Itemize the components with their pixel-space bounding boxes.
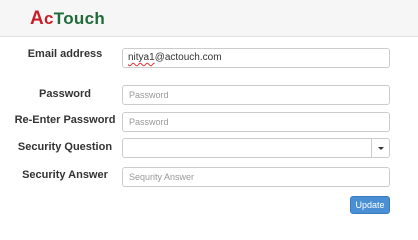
security-question-select[interactable] xyxy=(122,138,390,158)
reenter-password-label: Re-Enter Password xyxy=(14,114,116,126)
update-button[interactable]: Update xyxy=(350,196,390,214)
password-label: Password xyxy=(39,88,91,100)
security-answer-label: Security Answer xyxy=(22,169,108,181)
password-field[interactable] xyxy=(122,85,390,105)
security-question-label: Security Question xyxy=(17,141,113,153)
security-answer-field[interactable] xyxy=(122,167,390,187)
email-field[interactable] xyxy=(122,48,390,68)
email-label: Email address xyxy=(27,48,103,60)
reenter-password-field[interactable] xyxy=(122,112,390,132)
actouch-logo: Ac Touch xyxy=(30,9,105,29)
logo-letter-a: A xyxy=(30,8,45,29)
caret-down-icon xyxy=(377,146,384,150)
logo-letter-c: c xyxy=(44,9,54,28)
app-header: Ac Touch xyxy=(0,0,418,37)
logo-text: Touch xyxy=(53,9,106,28)
dropdown-toggle[interactable] xyxy=(371,139,389,157)
